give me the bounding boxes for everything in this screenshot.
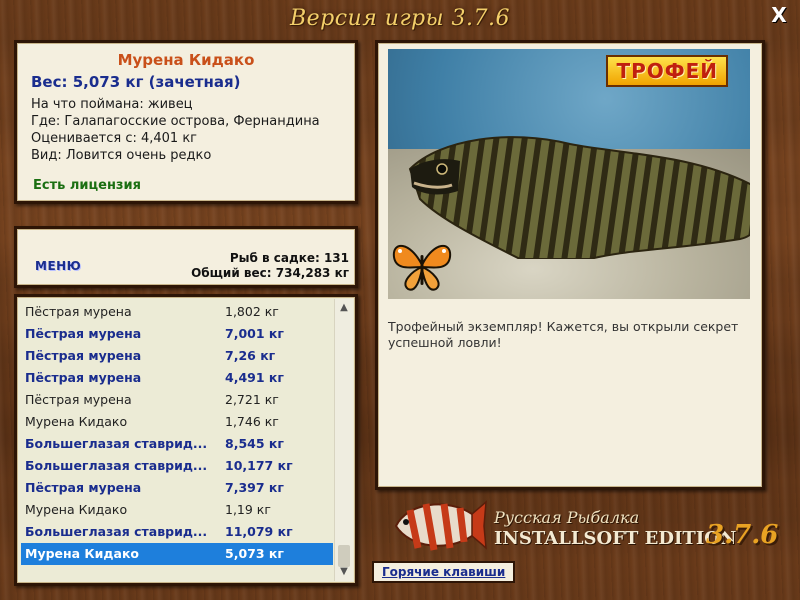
catch-fish-name: Пёстрая мурена	[25, 480, 142, 495]
catch-fish-weight: 7,397 кг	[225, 480, 284, 495]
catch-fish-weight: 2,721 кг	[225, 392, 279, 407]
keepnet-stats: Рыб в садке: 131 Общий вес: 734,283 кг	[191, 251, 349, 281]
moray-eel-image	[408, 136, 750, 259]
fish-name: Мурена Кидако	[117, 51, 255, 69]
catch-fish-name: Пёстрая мурена	[25, 326, 142, 341]
photo-panel: ТРОФЕЙ Трофейный экземпляр! Кажется, вы …	[375, 40, 765, 490]
catch-fish-weight: 7,26 кг	[225, 348, 276, 363]
catch-list-item[interactable]: Мурена Кидако 5,073 кг	[21, 543, 333, 565]
trophy-badge: ТРОФЕЙ	[606, 55, 728, 87]
fish-count: Рыб в садке: 131	[229, 251, 349, 265]
catch-list-item[interactable]: Пёстрая мурена 7,001 кг	[21, 323, 333, 345]
catch-list-item[interactable]: Мурена Кидако 1,19 кг	[21, 499, 333, 521]
catch-list-item[interactable]: Большеглазая ставрид... 10,177 кг	[21, 455, 333, 477]
catch-fish-weight: 7,001 кг	[225, 326, 284, 341]
rarity-info: Вид: Ловится очень редко	[31, 148, 212, 163]
catch-fish-name: Большеглазая ставрид...	[25, 458, 208, 473]
catch-list-rows: Пёстрая мурена 1,802 кг Пёстрая мурена 7,00…	[21, 301, 333, 579]
catch-fish-weight: 10,177 кг	[225, 458, 293, 473]
hotkeys-button[interactable]: Горячие клавиши	[372, 561, 516, 583]
catch-list-item[interactable]: Пёстрая мурена 2,721 кг	[21, 389, 333, 411]
catch-list-item[interactable]: Мурена Кидако 1,746 кг	[21, 411, 333, 433]
catch-list[interactable]: Пёстрая мурена 1,802 кг Пёстрая мурена 7,00…	[14, 294, 358, 586]
catch-fish-name: Пёстрая мурена	[25, 304, 132, 319]
fish-photo: ТРОФЕЙ	[388, 49, 750, 299]
catch-fish-weight: 4,491 кг	[225, 370, 284, 385]
total-weight: Общий вес: 734,283 кг	[191, 266, 349, 280]
catch-fish-weight: 1,802 кг	[225, 304, 279, 319]
logo-edition: INSTALLSOFT EDITION	[494, 528, 737, 549]
fish-logo-icon	[394, 500, 487, 551]
catch-fish-name: Пёстрая мурена	[25, 392, 132, 407]
catch-fish-weight: 8,545 кг	[225, 436, 284, 451]
butterfly-icon	[392, 245, 452, 291]
catch-fish-name: Мурена Кидако	[25, 414, 128, 429]
trophy-description: Трофейный экземпляр! Кажется, вы открыли…	[388, 319, 739, 350]
catch-fish-name: Большеглазая ставрид...	[25, 524, 208, 539]
catch-fish-name: Мурена Кидако	[25, 502, 128, 517]
catch-fish-name: Пёстрая мурена	[25, 370, 142, 385]
location-info: Где: Галапагосские острова, Фернандина	[31, 114, 320, 129]
rated-from-info: Оценивается с: 4,401 кг	[31, 131, 198, 146]
catch-fish-weight: 11,079 кг	[225, 524, 293, 539]
catch-fish-weight: 1,19 кг	[225, 502, 271, 517]
catch-list-item[interactable]: Пёстрая мурена 1,802 кг	[21, 301, 333, 323]
menu-button[interactable]: МЕНЮ	[35, 259, 81, 273]
menu-panel: МЕНЮ Рыб в садке: 131 Общий вес: 734,283…	[14, 226, 358, 288]
catch-list-item[interactable]: Большеглазая ставрид... 11,079 кг	[21, 521, 333, 543]
catch-fish-weight: 1,746 кг	[225, 414, 279, 429]
catch-fish-weight: 5,073 кг	[225, 546, 284, 561]
bait-info: На что поймана: живец	[31, 97, 193, 112]
fish-info-panel: Мурена Кидако Вес: 5,073 кг (зачетная) Н…	[14, 40, 358, 204]
logo-version: 3.7.6	[706, 520, 779, 550]
catch-list-item[interactable]: Пёстрая мурена 7,397 кг	[21, 477, 333, 499]
catch-fish-name: Большеглазая ставрид...	[25, 436, 208, 451]
close-icon[interactable]: X	[768, 4, 790, 26]
license-status: Есть лицензия	[33, 178, 141, 193]
catch-list-item[interactable]: Большеглазая ставрид... 8,545 кг	[21, 433, 333, 455]
catch-fish-name: Мурена Кидако	[25, 546, 140, 561]
catch-list-item[interactable]: Пёстрая мурена 4,491 кг	[21, 367, 333, 389]
scroll-down-icon[interactable]: ▼	[335, 563, 353, 581]
logo-title: Русская Рыбалка	[494, 508, 640, 527]
catch-fish-name: Пёстрая мурена	[25, 348, 142, 363]
fish-weight: Вес: 5,073 кг (зачетная)	[31, 73, 241, 91]
catch-list-item[interactable]: Пёстрая мурена 7,26 кг	[21, 345, 333, 367]
scroll-up-icon[interactable]: ▲	[335, 299, 353, 317]
window-title: Версия игры 3.7.6	[289, 6, 511, 31]
scrollbar[interactable]: ▲ ▼	[334, 299, 353, 581]
